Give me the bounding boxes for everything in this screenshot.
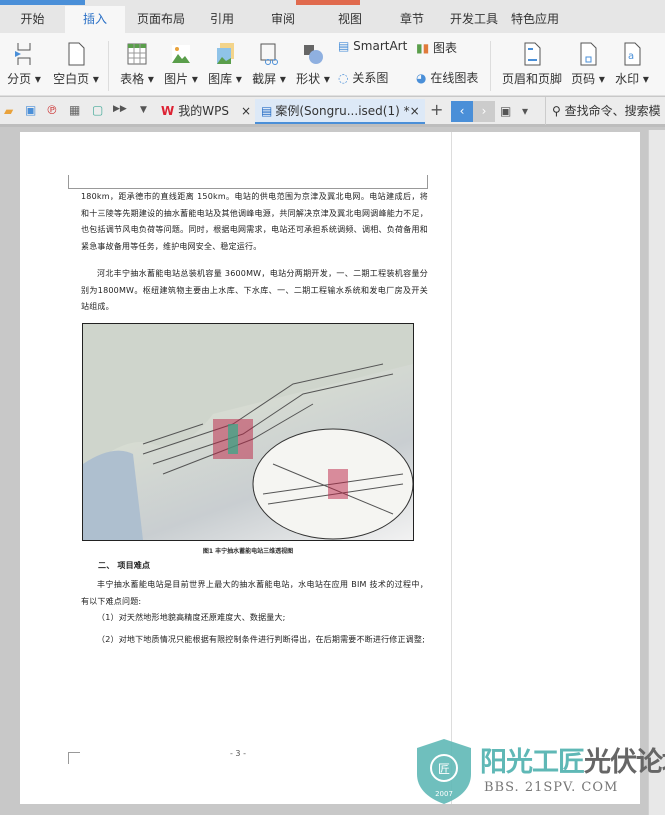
relation-icon: ◌	[338, 71, 349, 85]
next-tab-button[interactable]: ›	[473, 101, 495, 122]
list-item: （2）对地下地质情况只能根据有限控制条件进行判断得出，在后期需要不断进行修正调整…	[97, 635, 425, 644]
watermark-url: BBS. 21SPV. COM	[484, 780, 619, 795]
search-icon: ⚲	[552, 104, 561, 118]
close-tab-icon[interactable]: ×	[410, 104, 420, 118]
open-icon[interactable]: ▰	[4, 104, 13, 118]
figure-caption: 图1 丰宁抽水蓄能电站三维透视图	[202, 548, 294, 555]
tab-review[interactable]: 审阅	[247, 6, 319, 33]
tab-view[interactable]: 视图	[319, 6, 381, 33]
export-pdf-icon[interactable]: ℗	[46, 103, 58, 117]
shield-logo-icon: 匠 2007	[417, 739, 471, 804]
relation-chart-button[interactable]: ◌ 关系图	[338, 69, 388, 86]
ribbon-insert: 分页 ▾ 空白页 ▾ 表格 ▾ 图片 ▾ 图库 ▾ 截屏 ▾ 形状 ▾ ▤ Sm…	[0, 33, 665, 96]
smartart-button[interactable]: ▤ SmartArt	[338, 39, 407, 53]
blank-page-button[interactable]: 空白页 ▾	[50, 41, 102, 87]
watermark-text: 光伏论坛	[584, 747, 665, 778]
dropdown-icon[interactable]: ▼	[140, 105, 147, 115]
page-number-button[interactable]: 页码 ▾	[568, 41, 608, 87]
bar-chart-icon: ▮	[416, 41, 423, 55]
watermark-button[interactable]: a 水印 ▾	[612, 41, 652, 87]
tab-document[interactable]: ▤ 案例(Songru...ised(1) *×	[255, 99, 425, 124]
tab-special[interactable]: 特色应用	[505, 6, 565, 33]
page-break-button[interactable]: 分页 ▾	[6, 41, 42, 87]
picture-button[interactable]: 图片 ▾	[160, 41, 202, 87]
tab-layout[interactable]: 页面布局	[125, 6, 197, 33]
tab-insert[interactable]: 插入	[65, 6, 125, 33]
figure-3d-perspective	[82, 323, 414, 541]
paragraph: 180km，距承德市的直线距离 150km。电站的供电范围为京津及冀北电网。电站…	[81, 192, 428, 251]
gallery-button[interactable]: 图库 ▾	[204, 41, 246, 87]
table-button[interactable]: 表格 ▾	[116, 41, 158, 87]
print-icon[interactable]: ▦	[69, 103, 80, 117]
command-search[interactable]: ⚲ 查找命令、搜索模	[545, 97, 661, 125]
vertical-scrollbar[interactable]	[648, 130, 665, 815]
header-footer-button[interactable]: 页眉和页脚	[500, 41, 564, 87]
prev-tab-button[interactable]: ‹	[451, 101, 473, 122]
present-icon[interactable]: ▣	[500, 104, 511, 118]
tab-section[interactable]: 章节	[381, 6, 443, 33]
list-item: （1）对天然地形地貌高精度还原难度大、数据量大;	[97, 613, 286, 622]
shapes-button[interactable]: 形状 ▾	[292, 41, 334, 87]
screenshot-button[interactable]: 截屏 ▾	[248, 41, 290, 87]
save-icon[interactable]: ▣	[25, 103, 36, 117]
watermark-text: 阳光工匠	[480, 747, 585, 778]
svg-text:匠: 匠	[438, 762, 450, 776]
chart-button[interactable]: ▮▮ 图表	[416, 39, 457, 56]
tab-start[interactable]: 开始	[0, 6, 65, 33]
more-icon[interactable]: ▶▶	[113, 104, 127, 114]
online-chart-icon: ◕	[416, 71, 427, 85]
doc-icon: ▤	[261, 104, 273, 118]
tab-developer[interactable]: 开发工具	[443, 6, 505, 33]
section-heading: 二、 项目难点	[98, 561, 151, 570]
new-tab-button[interactable]: +	[430, 100, 443, 119]
close-tab-icon[interactable]: ×	[241, 99, 251, 124]
smartart-icon: ▤	[338, 39, 350, 53]
forum-watermark: 匠 2007 阳光工匠光伏论坛 BBS. 21SPV. COM	[414, 736, 665, 808]
page-number: - 3 -	[230, 749, 246, 758]
tab-my-wps[interactable]: W 我的WPS ×	[155, 99, 255, 124]
paragraph: 丰宁抽水蓄能电站是目前世界上最大的抽水蓄能电站，水电站在应用 BIM 技术的过程…	[81, 580, 428, 606]
svg-text:2007: 2007	[435, 790, 453, 798]
menu-icon[interactable]: ▾	[522, 104, 528, 118]
wps-logo-icon: W	[161, 104, 175, 118]
svg-text:a: a	[628, 51, 634, 62]
print-preview-icon[interactable]: ▢	[92, 103, 103, 117]
paragraph: 河北丰宁抽水蓄能电站总装机容量 3600MW，电站分两期开发，一、二期工程装机容…	[81, 269, 428, 311]
online-chart-button[interactable]: ◕ 在线图表	[416, 69, 478, 86]
ribbon-tabs: 开始 插入 页面布局 引用 审阅 视图 章节 开发工具 特色应用	[0, 6, 665, 33]
quick-access-bar: ▰ ▣ ℗ ▦ ▢ ▶▶ ▼ W 我的WPS × ▤ 案例(Songru...ised…	[0, 97, 665, 127]
tab-references[interactable]: 引用	[197, 6, 247, 33]
